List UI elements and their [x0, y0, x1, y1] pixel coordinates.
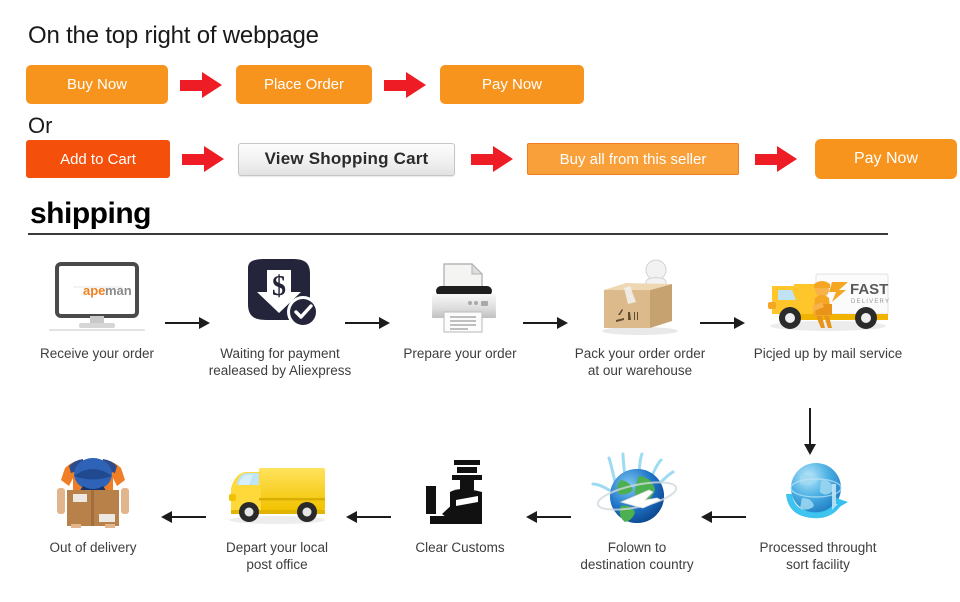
arrow-right-icon [755, 146, 799, 172]
step-flown-to-destination: Folown to destination country [552, 452, 722, 573]
step-clear-customs: Clear Customs [375, 452, 545, 556]
checkout-flow-row-buy-now: Buy Now Place Order Pay Now [26, 65, 584, 104]
step-prepare-your-order: Prepare your order [375, 258, 545, 362]
apeman-logo-part1: ape [83, 283, 105, 298]
step-label: Prepare your order [403, 346, 517, 361]
step-label: Folown to destination country [580, 540, 694, 572]
yellow-van-icon [192, 452, 362, 530]
step-label: Receive your order [39, 346, 155, 361]
arrow-right-icon [384, 71, 428, 98]
fast-delivery-truck-icon: FAST DELIVERY [728, 258, 928, 336]
add-to-cart-button[interactable]: Add to Cart [26, 140, 170, 178]
buy-now-button[interactable]: Buy Now [26, 65, 168, 104]
courier-carrying-box-icon [8, 452, 178, 530]
step-label: Processed throught sort facility [759, 540, 877, 572]
place-order-button[interactable]: Place Order [236, 65, 372, 104]
shipping-steps-row-1: ape man Receive your order $ Waiting for… [0, 258, 960, 408]
globe-airplane-icon [552, 452, 722, 530]
step-label: Depart your local post office [225, 540, 329, 572]
truck-text-fast: FAST [850, 281, 888, 298]
page-title: On the top right of webpage [28, 22, 319, 49]
horizontal-divider [28, 233, 888, 235]
view-shopping-cart-button[interactable]: View Shopping Cart [238, 142, 455, 176]
globe-swoosh-icon [728, 452, 908, 530]
pay-now-button[interactable]: Pay Now [815, 139, 957, 179]
arrow-right-icon [182, 146, 226, 172]
step-receive-your-order: ape man Receive your order [12, 258, 182, 362]
step-picked-up-by-mail-service: FAST DELIVERY Picjed up by mail service [728, 258, 928, 362]
checkout-flow-row-cart: Add to Cart View Shopping Cart Buy all f… [26, 139, 957, 179]
svg-text:$: $ [272, 271, 286, 302]
payment-dollar-check-icon: $ [195, 258, 365, 336]
customs-officer-icon [375, 452, 545, 530]
step-label: Picjed up by mail service [753, 346, 903, 361]
arrow-right-icon [471, 146, 515, 172]
step-label: Out of delivery [49, 540, 137, 555]
shipping-steps-row-2: Out of delivery Depart your local post o… [0, 452, 960, 602]
step-depart-local-post-office: Depart your local post office [192, 452, 362, 573]
step-processed-through-sort-facility: Processed throught sort facility [728, 452, 908, 573]
printer-icon [375, 258, 545, 336]
truck-text-delivery: DELIVERY [851, 299, 890, 305]
or-label: Or [28, 113, 53, 138]
apeman-logo-part2: man [105, 283, 132, 298]
checkout-instructions-section: On the top right of webpage Buy Now Plac… [0, 0, 960, 190]
pay-now-button[interactable]: Pay Now [440, 65, 584, 104]
shipping-section-title: shipping [30, 197, 151, 230]
step-label: Clear Customs [415, 540, 505, 555]
buy-all-from-seller-button[interactable]: Buy all from this seller [527, 143, 739, 175]
arrow-right-icon [180, 71, 224, 98]
monitor-apeman-icon: ape man [12, 258, 182, 336]
arrow-down-icon [803, 408, 817, 456]
step-label: Pack your order order at our warehouse [574, 346, 706, 378]
shipping-steps: ape man Receive your order $ Waiting for… [0, 258, 960, 572]
step-label: Waiting for payment realeased by Aliexpre… [208, 346, 352, 378]
step-out-of-delivery: Out of delivery [8, 452, 178, 556]
step-waiting-for-payment: $ Waiting for payment realeased by Aliexp… [195, 258, 365, 379]
